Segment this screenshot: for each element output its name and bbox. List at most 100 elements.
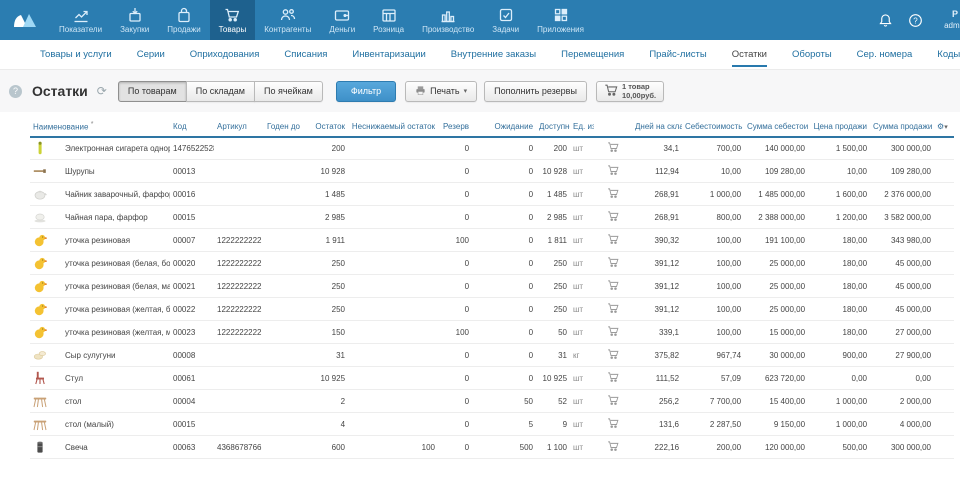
subnav-item-1[interactable]: Товары и услуги	[40, 49, 112, 60]
table-row[interactable]: Свеча00063436867876660010005001 100шт222…	[30, 436, 954, 459]
cell-name[interactable]: стол (малый)	[62, 413, 170, 436]
cell-price_sum: 27 900,00	[870, 344, 934, 367]
subnav-item-9[interactable]: Остатки	[732, 49, 767, 60]
table-row[interactable]: стол (малый)000154059шт131,62 287,509 15…	[30, 413, 954, 436]
cell-name[interactable]: стол	[62, 390, 170, 413]
subnav-item-4[interactable]: Списания	[284, 49, 327, 60]
column-settings[interactable]: ⚙▾	[934, 117, 954, 137]
replenish-reserves-button[interactable]: Пополнить резервы	[484, 81, 587, 102]
money-icon	[334, 7, 350, 23]
topnav-item-goods[interactable]: Товары	[210, 0, 256, 40]
table-row[interactable]: уточка резиновая (белая, маленька0002112…	[30, 275, 954, 298]
table-row[interactable]: Сыр сулугуни00008310031кг375,82967,7430 …	[30, 344, 954, 367]
cell-name[interactable]: Сыр сулугуни	[62, 344, 170, 367]
row-cart-icon[interactable]	[594, 183, 632, 206]
cell-name[interactable]: Шурупы	[62, 160, 170, 183]
column-header-reserve[interactable]: Резерв	[438, 117, 472, 137]
table-row[interactable]: уточка резиновая (белая, большая00020122…	[30, 252, 954, 275]
column-header-cost[interactable]: Себестоимость	[682, 117, 744, 137]
row-cart-icon[interactable]	[594, 275, 632, 298]
table-row[interactable]: Электронная сигарета одноразовая14765225…	[30, 137, 954, 160]
row-cart-icon[interactable]	[594, 298, 632, 321]
column-header-awaiting[interactable]: Ожидание	[472, 117, 536, 137]
view-toggle-button-3[interactable]: По ячейкам	[254, 81, 323, 102]
cell-name[interactable]: уточка резиновая (желтая, малены	[62, 321, 170, 344]
cell-name[interactable]: Чайник заварочный, фарфор	[62, 183, 170, 206]
filter-button[interactable]: Фильтр	[336, 81, 396, 102]
cart-summary-button[interactable]: 1 товар 10,00руб.	[596, 81, 664, 102]
row-cart-icon[interactable]	[594, 206, 632, 229]
row-cart-icon[interactable]	[594, 436, 632, 459]
subnav-item-6[interactable]: Внутренние заказы	[451, 49, 536, 60]
table-row[interactable]: уточка резиновая0000712222222221 9111000…	[30, 229, 954, 252]
subnav-item-11[interactable]: Сер. номера	[857, 49, 913, 60]
cell-name[interactable]: Свеча	[62, 436, 170, 459]
cell-name[interactable]: уточка резиновая	[62, 229, 170, 252]
cell-name[interactable]: Электронная сигарета одноразовая	[62, 137, 170, 160]
column-header-expiry[interactable]: Годен до	[264, 117, 300, 137]
user-menu[interactable]: P admin	[938, 9, 960, 30]
cell-expiry	[264, 275, 300, 298]
subnav-item-5[interactable]: Инвентаризации	[352, 49, 425, 60]
column-header-min_stock[interactable]: Неснижаемый остаток	[348, 117, 438, 137]
subnav-item-10[interactable]: Обороты	[792, 49, 832, 60]
topnav-item-sales[interactable]: Продажи	[158, 0, 209, 40]
cell-name[interactable]: уточка резиновая (белая, большая	[62, 252, 170, 275]
topnav-item-money[interactable]: Деньги	[320, 0, 364, 40]
view-toggle-button-1[interactable]: По товарам	[118, 81, 187, 102]
topnav-item-production[interactable]: Производство	[413, 0, 483, 40]
cell-name[interactable]: Чайная пара, фарфор	[62, 206, 170, 229]
subnav-item-8[interactable]: Прайс-листы	[649, 49, 706, 60]
table-row[interactable]: Шурупы0001310 9280010 928шт112,9410,0010…	[30, 160, 954, 183]
topnav-item-counterparties[interactable]: Контрагенты	[255, 0, 320, 40]
table-row[interactable]: уточка резиновая (желтая, больша00022122…	[30, 298, 954, 321]
page-help-icon[interactable]: ?	[9, 85, 22, 98]
help-circle-icon[interactable]: ?	[908, 13, 923, 28]
column-header-code[interactable]: Код	[170, 117, 214, 137]
column-header-days[interactable]: Дней на складе	[632, 117, 682, 137]
column-header-stock[interactable]: Остаток	[300, 117, 348, 137]
column-header-price[interactable]: Цена продажи	[808, 117, 870, 137]
cell-name[interactable]: Стул	[62, 367, 170, 390]
cell-price_sum: 2 376 000,00	[870, 183, 934, 206]
print-button[interactable]: Печать ▾	[405, 81, 477, 102]
column-header-cost_sum[interactable]: Сумма себестои...	[744, 117, 808, 137]
table-row[interactable]: Стул0006110 9250010 925шт111,5257,09623 …	[30, 367, 954, 390]
cell-name[interactable]: уточка резиновая (белая, маленька	[62, 275, 170, 298]
app-logo-icon[interactable]	[0, 0, 50, 40]
topnav-item-tasks[interactable]: Задачи	[483, 0, 528, 40]
cell-price_sum: 343 980,00	[870, 229, 934, 252]
column-header-name[interactable]: Наименование *	[30, 117, 170, 137]
column-header-unit[interactable]: Ед. изм.	[570, 117, 594, 137]
subnav-item-12[interactable]: Коды маркировки	[937, 49, 960, 60]
row-cart-icon[interactable]	[594, 321, 632, 344]
table-row[interactable]: уточка резиновая (желтая, малены00023122…	[30, 321, 954, 344]
row-cart-icon[interactable]	[594, 413, 632, 436]
row-cart-icon[interactable]	[594, 252, 632, 275]
topnav-item-retail[interactable]: Розница	[364, 0, 413, 40]
row-cart-icon[interactable]	[594, 367, 632, 390]
refresh-icon[interactable]: ⟳	[97, 84, 107, 98]
subnav-item-7[interactable]: Перемещения	[561, 49, 624, 60]
table-row[interactable]: Чайник заварочный, фарфор000161 485001 4…	[30, 183, 954, 206]
subnav-item-2[interactable]: Серии	[137, 49, 165, 60]
cell-name[interactable]: уточка резиновая (желтая, больша	[62, 298, 170, 321]
topnav-item-apps[interactable]: Приложения	[528, 0, 593, 40]
view-toggle-button-2[interactable]: По складам	[186, 81, 255, 102]
column-header-article[interactable]: Артикул	[214, 117, 264, 137]
topnav-item-purchases[interactable]: Закупки	[111, 0, 158, 40]
cell-cost: 100,00	[682, 229, 744, 252]
row-cart-icon[interactable]	[594, 160, 632, 183]
table-row[interactable]: Чайная пара, фарфор000152 985002 985шт26…	[30, 206, 954, 229]
cell-cost: 100,00	[682, 321, 744, 344]
column-header-price_sum[interactable]: Сумма продажи	[870, 117, 934, 137]
row-cart-icon[interactable]	[594, 390, 632, 413]
row-cart-icon[interactable]	[594, 344, 632, 367]
table-row[interactable]: стол00004205052шт256,27 700,0015 400,001…	[30, 390, 954, 413]
row-cart-icon[interactable]	[594, 137, 632, 160]
topnav-item-indicators[interactable]: Показатели	[50, 0, 111, 40]
row-cart-icon[interactable]	[594, 229, 632, 252]
notifications-bell-icon[interactable]	[878, 13, 893, 28]
subnav-item-3[interactable]: Оприходования	[190, 49, 260, 60]
column-header-available[interactable]: Доступно	[536, 117, 570, 137]
